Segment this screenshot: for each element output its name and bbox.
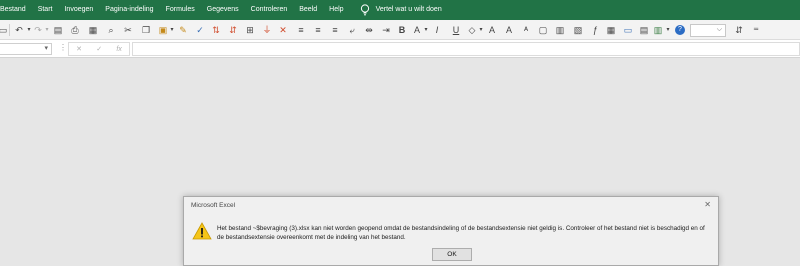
- grid-icon[interactable]: ▦: [88, 25, 98, 35]
- format-painter-icon[interactable]: ✎: [178, 25, 188, 35]
- wrap-icon[interactable]: ⤶: [347, 25, 357, 35]
- menu-beeld[interactable]: Beeld: [293, 0, 323, 20]
- copy-icon[interactable]: ❐: [141, 25, 151, 35]
- toolbar-separator: [9, 24, 10, 36]
- fill-dropdown-icon[interactable]: ▾: [476, 25, 486, 35]
- insert-function-icon[interactable]: ƒ: [590, 25, 600, 35]
- formula-input[interactable]: [132, 42, 800, 56]
- print-preview-icon[interactable]: ▤: [53, 25, 63, 35]
- chevron-down-icon[interactable]: ▾: [44, 44, 48, 52]
- save-icon[interactable]: ▭: [0, 25, 8, 35]
- cell-format-icon[interactable]: ⇵: [734, 25, 744, 35]
- chart-icon[interactable]: ▥: [653, 25, 663, 35]
- align-left-icon[interactable]: ≡: [296, 25, 306, 35]
- spelling-icon[interactable]: ✓: [195, 25, 205, 35]
- clear-icon[interactable]: ✕: [278, 25, 288, 35]
- menu-help[interactable]: Help: [323, 0, 349, 20]
- more-icon[interactable]: ≂: [751, 25, 761, 35]
- menu-bar: Bestand Start Invoegen Pagina-indeling F…: [0, 0, 800, 20]
- menu-bestand[interactable]: Bestand: [0, 0, 32, 20]
- cancel-icon[interactable]: ✕: [76, 45, 82, 53]
- find-icon[interactable]: ⌕: [106, 25, 116, 35]
- menu-pagina-indeling[interactable]: Pagina-indeling: [99, 0, 159, 20]
- decrease-font-icon[interactable]: A: [504, 25, 514, 35]
- superscript-icon[interactable]: ᴬ: [521, 25, 531, 35]
- insert-function-button[interactable]: fx: [116, 46, 121, 53]
- print-icon[interactable]: ⎙: [70, 25, 80, 35]
- bold-icon[interactable]: B: [397, 25, 407, 35]
- number-format-icon[interactable]: ▧: [573, 25, 583, 35]
- cut-icon[interactable]: ✂: [123, 25, 133, 35]
- lightbulb-icon: [360, 4, 369, 16]
- warning-icon: [192, 222, 212, 240]
- menu-gegevens[interactable]: Gegevens: [201, 0, 245, 20]
- dialog-title: Microsoft Excel: [191, 202, 236, 209]
- redo-dropdown-icon[interactable]: ▾: [42, 25, 52, 35]
- formula-buttons: ✕ ✓ fx: [68, 42, 130, 56]
- increase-font-icon[interactable]: A: [487, 25, 497, 35]
- menu-formules[interactable]: Formules: [160, 0, 201, 20]
- menu-start[interactable]: Start: [32, 0, 59, 20]
- menu-invoegen[interactable]: Invoegen: [58, 0, 99, 20]
- align-right-icon[interactable]: ≡: [330, 25, 340, 35]
- quick-toolbar: ▭ ↶ ▾ ↷ ▾ ▤ ⎙ ▦ ⌕ ✂ ❐ ▣ ▾ ✎ ✓ ⇅ ⇵ ⊞ ⏚ ✕ …: [0, 20, 800, 40]
- autosum-icon[interactable]: ⊞: [245, 25, 255, 35]
- font-size-select[interactable]: ⌵: [690, 24, 726, 37]
- tell-me-label: Vertel wat u wilt doen: [375, 6, 442, 13]
- error-dialog: Microsoft Excel ✕ Het bestand ~$bevragin…: [183, 196, 719, 266]
- table-icon[interactable]: ▦: [606, 25, 616, 35]
- chart-dropdown-icon[interactable]: ▾: [663, 25, 673, 35]
- ok-button[interactable]: OK: [432, 248, 472, 261]
- undo-icon[interactable]: ↶: [14, 25, 24, 35]
- sort-asc-icon[interactable]: ⇅: [211, 25, 221, 35]
- name-box[interactable]: ▾: [0, 43, 52, 55]
- enter-icon[interactable]: ✓: [96, 45, 102, 53]
- align-center-icon[interactable]: ≡: [313, 25, 323, 35]
- underline-icon[interactable]: U: [451, 25, 461, 35]
- filter-icon[interactable]: ⏚: [262, 25, 272, 35]
- conditional-format-icon[interactable]: ▤: [639, 25, 649, 35]
- paste-dropdown-icon[interactable]: ▾: [167, 25, 177, 35]
- font-color-dropdown-icon[interactable]: ▾: [421, 25, 431, 35]
- tell-me-search[interactable]: Vertel wat u wilt doen: [354, 0, 448, 20]
- formula-bar: ▾ ⋮ ✕ ✓ fx: [0, 40, 800, 58]
- formula-bar-grip[interactable]: ⋮: [59, 43, 67, 52]
- indent-icon[interactable]: ⇥: [381, 25, 391, 35]
- merge-icon[interactable]: ⇹: [364, 25, 374, 35]
- help-icon[interactable]: ?: [675, 25, 685, 35]
- menu-controleren[interactable]: Controleren: [245, 0, 294, 20]
- sort-desc-icon[interactable]: ⇵: [228, 25, 238, 35]
- cell-style-icon[interactable]: ▥: [555, 25, 565, 35]
- chevron-down-icon: ⌵: [716, 26, 722, 33]
- border-icon[interactable]: ▢: [538, 25, 548, 35]
- form-icon[interactable]: ▭: [623, 25, 633, 35]
- dialog-message: Het bestand ~$bevraging (3).xlsx kan nie…: [217, 225, 705, 241]
- italic-icon[interactable]: I: [432, 25, 442, 35]
- close-icon[interactable]: ✕: [704, 200, 711, 209]
